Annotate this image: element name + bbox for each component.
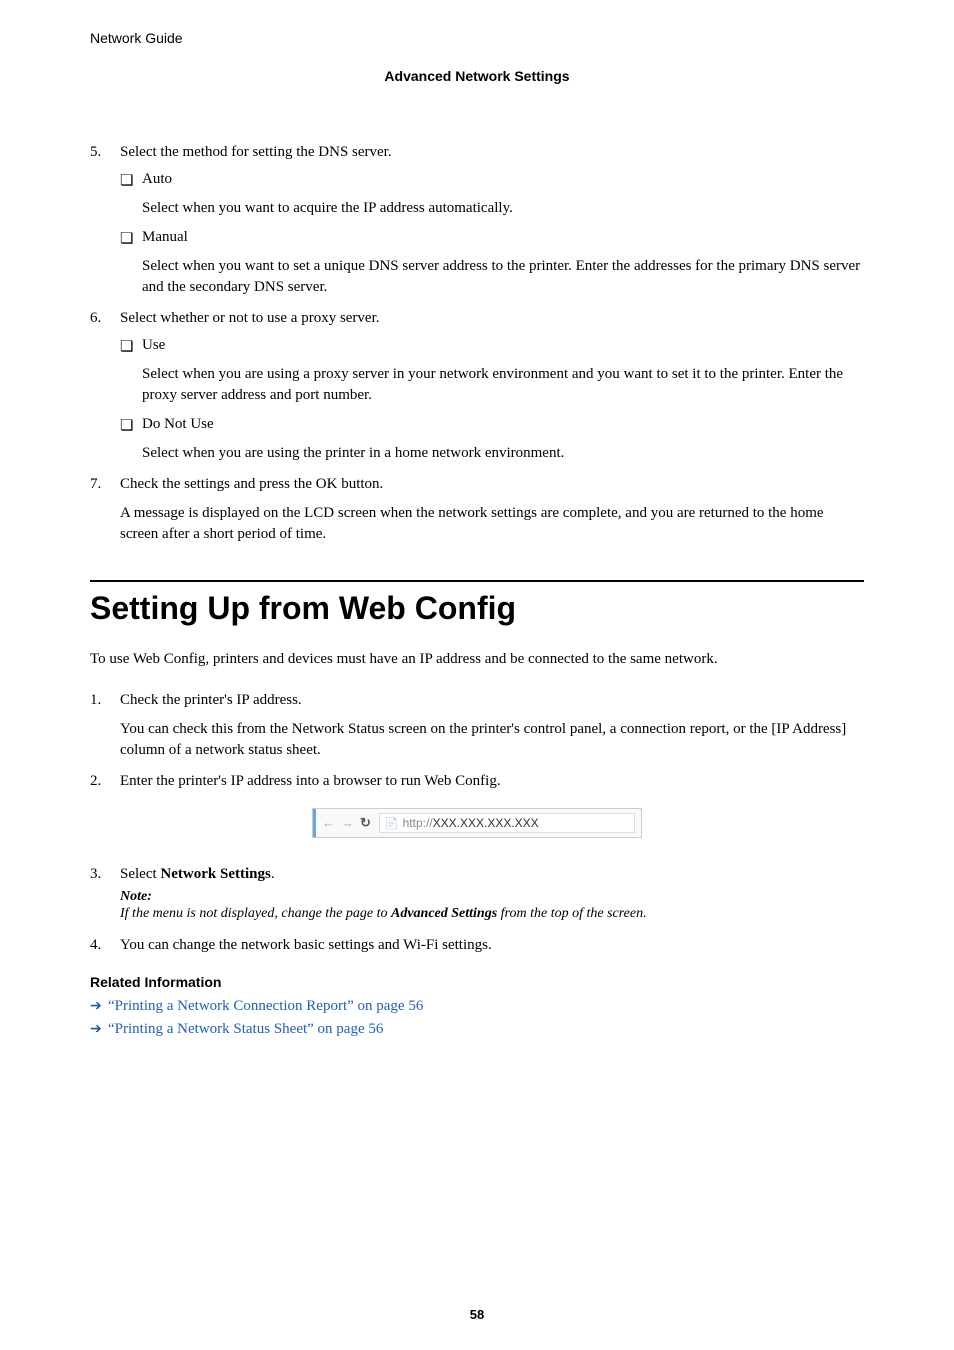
step-text: Check the settings and press the OK butt…: [120, 476, 864, 493]
arrow-right-icon: ➔: [90, 998, 108, 1015]
text-suffix: .: [271, 866, 275, 882]
step-text: You can change the network basic setting…: [120, 937, 864, 954]
url-field: 📄 http://XXX.XXX.XXX.XXX: [379, 813, 635, 833]
section-divider: [90, 580, 864, 582]
section-header-title: Advanced Network Settings: [90, 68, 864, 84]
section-intro: To use Web Config, printers and devices …: [90, 649, 864, 670]
step-number: 5.: [90, 144, 120, 298]
step-content: Check the printer's IP address. You can …: [120, 692, 864, 761]
browser-toolbar: ← → ↻ 📄 http://XXX.XXX.XXX.XXX: [313, 809, 641, 837]
note-prefix: If the menu is not displayed, change the…: [120, 906, 391, 921]
related-link-row: ➔ “Printing a Network Status Sheet” on p…: [90, 1021, 864, 1038]
step-text: Select Network Settings.: [120, 866, 864, 883]
step-content: Enter the printer's IP address into a br…: [120, 773, 864, 790]
related-link-row: ➔ “Printing a Network Connection Report”…: [90, 998, 864, 1015]
step-number: 4.: [90, 937, 120, 954]
bullet-label: Use: [142, 337, 864, 356]
bullet-row: ❏ Auto: [120, 171, 864, 190]
page-icon: 📄: [385, 817, 399, 830]
step-text: Enter the printer's IP address into a br…: [120, 773, 864, 790]
bullet-description: Select when you are using a proxy server…: [142, 364, 864, 406]
step-row: 5. Select the method for setting the DNS…: [90, 144, 864, 298]
step-row: 6. Select whether or not to use a proxy …: [90, 310, 864, 464]
bullet-description: Select when you want to set a unique DNS…: [142, 256, 864, 298]
step-number: 6.: [90, 310, 120, 464]
bullet-row: ❏ Use: [120, 337, 864, 356]
step-text: Select whether or not to use a proxy ser…: [120, 310, 864, 327]
related-info-heading: Related Information: [90, 974, 864, 990]
step-content: You can change the network basic setting…: [120, 937, 864, 954]
step-number: 2.: [90, 773, 120, 790]
text-bold: Network Settings: [160, 866, 270, 882]
url-prefix: http://: [403, 816, 433, 830]
bullet-label: Auto: [142, 171, 864, 190]
reload-icon: ↻: [360, 815, 371, 831]
bullet-description: Select when you want to acquire the IP a…: [142, 198, 864, 219]
bullet-icon: ❏: [120, 229, 142, 248]
bullet-label: Manual: [142, 229, 864, 248]
step-text: Check the printer's IP address.: [120, 692, 864, 709]
forward-arrow-icon: →: [341, 815, 354, 831]
note-label: Note:: [120, 889, 864, 905]
url-value: XXX.XXX.XXX.XXX: [433, 816, 539, 830]
step-row: 7. Check the settings and press the OK b…: [90, 476, 864, 545]
step-content: Check the settings and press the OK butt…: [120, 476, 864, 545]
doc-header-title: Network Guide: [90, 30, 864, 46]
step-number: 7.: [90, 476, 120, 545]
section-title: Setting Up from Web Config: [90, 590, 864, 627]
step-content: Select the method for setting the DNS se…: [120, 144, 864, 298]
note-text: If the menu is not displayed, change the…: [120, 905, 864, 923]
bullet-row: ❏ Manual: [120, 229, 864, 248]
step-row: 4. You can change the network basic sett…: [90, 937, 864, 954]
related-link[interactable]: “Printing a Network Connection Report” o…: [108, 998, 423, 1015]
step-content: Select Network Settings. Note: If the me…: [120, 866, 864, 923]
step-row: 2. Enter the printer's IP address into a…: [90, 773, 864, 790]
related-link[interactable]: “Printing a Network Status Sheet” on pag…: [108, 1021, 383, 1038]
page-number: 58: [0, 1307, 954, 1322]
step-text: Select the method for setting the DNS se…: [120, 144, 864, 161]
note-suffix: from the top of the screen.: [497, 906, 646, 921]
step-number: 3.: [90, 866, 120, 923]
text-prefix: Select: [120, 866, 160, 882]
step-content: Select whether or not to use a proxy ser…: [120, 310, 864, 464]
bullet-icon: ❏: [120, 337, 142, 356]
browser-address-bar-image: ← → ↻ 📄 http://XXX.XXX.XXX.XXX: [312, 808, 642, 838]
bullet-row: ❏ Do Not Use: [120, 416, 864, 435]
arrow-right-icon: ➔: [90, 1021, 108, 1038]
bullet-label: Do Not Use: [142, 416, 864, 435]
step-row: 3. Select Network Settings. Note: If the…: [90, 866, 864, 923]
step-paragraph: You can check this from the Network Stat…: [120, 719, 864, 761]
bullet-description: Select when you are using the printer in…: [142, 443, 864, 464]
step-paragraph: A message is displayed on the LCD screen…: [120, 503, 864, 545]
bullet-icon: ❏: [120, 416, 142, 435]
note-bold: Advanced Settings: [391, 906, 497, 921]
step-row: 1. Check the printer's IP address. You c…: [90, 692, 864, 761]
back-arrow-icon: ←: [322, 815, 335, 831]
bullet-icon: ❏: [120, 171, 142, 190]
step-number: 1.: [90, 692, 120, 761]
